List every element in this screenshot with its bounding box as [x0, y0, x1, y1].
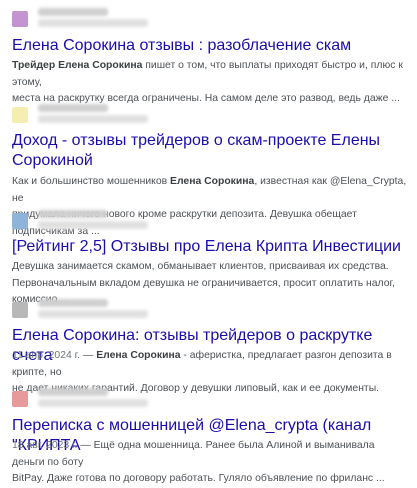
site-favicon-icon — [12, 302, 28, 318]
site-name-blurred — [38, 210, 108, 218]
snippet-text: Как и большинство мошенников — [12, 176, 171, 187]
result-title[interactable]: Елена Сорокина отзывы : разоблачение ска… — [12, 36, 407, 56]
site-name-blurred — [38, 8, 108, 16]
site-url-blurred — [38, 399, 148, 407]
snippet-text: — — [80, 350, 97, 361]
site-favicon-icon — [12, 107, 28, 123]
snippet-line: Трейдер Елена Сорокина пишет о том, что … — [12, 58, 407, 91]
snippet-line: BitPay. Даже готова по договору работать… — [12, 471, 407, 488]
snippet-highlight: Трейдер — [12, 60, 59, 71]
snippet-text: BitPay. Даже готова по договору работать… — [12, 473, 385, 484]
result-title-line: Доход - отзывы трейдеров о скам-проекте … — [12, 132, 381, 149]
site-favicon-icon — [12, 391, 28, 407]
site-name-blurred — [38, 388, 108, 396]
site-url-blurred — [38, 310, 148, 318]
site-favicon-icon — [12, 213, 28, 229]
result-snippet: 18 авг. 2023 г. — Ещё одна мошенница. Ра… — [12, 438, 407, 488]
snippet-line: Как и большинство мошенников Елена Сорок… — [12, 174, 407, 207]
snippet-highlight: Елена Сорокина — [96, 350, 181, 361]
site-url-blurred — [38, 19, 148, 27]
result-title-line: Сорокиной — [12, 152, 93, 169]
site-url-blurred — [38, 115, 148, 123]
result-title[interactable]: Доход - отзывы трейдеров о скам-проекте … — [12, 131, 407, 171]
result-snippet: Трейдер Елена Сорокина пишет о том, что … — [12, 58, 407, 108]
snippet-text: места на раскрутку всегда ограничены. На… — [12, 93, 400, 104]
result-snippet: Как и большинство мошенников Елена Сорок… — [12, 174, 407, 240]
site-url-blurred — [38, 221, 148, 229]
result-date: 11 апр. 2024 г. — [12, 350, 81, 361]
result-title[interactable]: [Рейтинг 2,5] Отзывы про Елена Крипта Ин… — [12, 237, 407, 257]
snippet-line: 18 авг. 2023 г. — Ещё одна мошенница. Ра… — [12, 438, 407, 471]
snippet-highlight: Елена Сорокина — [170, 176, 255, 187]
snippet-highlight: Елена Сорокина — [58, 60, 143, 71]
snippet-text: Девушка занимается скамом, обманывает кл… — [12, 261, 389, 272]
result-date: 18 авг. 2023 г. — [12, 440, 78, 451]
snippet-line: Девушка занимается скамом, обманывает кл… — [12, 259, 407, 276]
site-name-blurred — [38, 299, 108, 307]
site-favicon-icon — [12, 11, 28, 27]
snippet-line: 11 апр. 2024 г. — Елена Сорокина - афери… — [12, 348, 407, 381]
site-name-blurred — [38, 104, 108, 112]
